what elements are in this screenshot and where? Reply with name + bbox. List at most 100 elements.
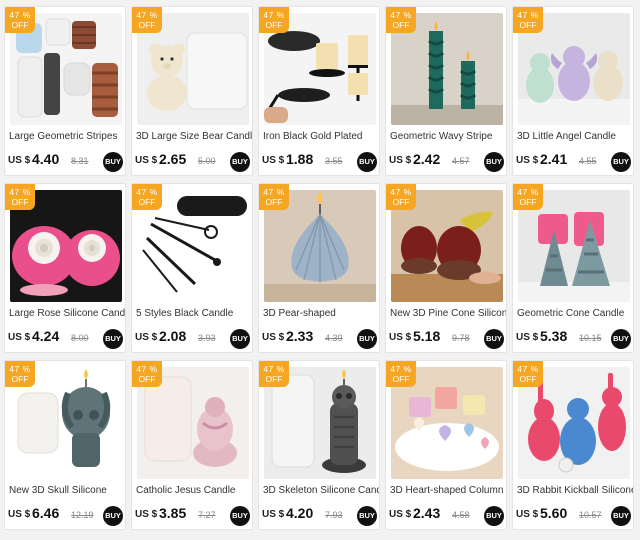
currency: US $ bbox=[516, 509, 539, 520]
product-card[interactable]: 47 % OFF 5 Styles Black Candle US $ 2.08 … bbox=[131, 183, 253, 353]
product-card[interactable]: 47 % OFF Geometric Wavy Stripe US $ 2.42 … bbox=[385, 6, 507, 176]
product-title[interactable]: Iron Black Gold Plated bbox=[263, 131, 379, 142]
product-card[interactable]: 47 % OFF 3D Little Angel Candle US $ 2.41… bbox=[512, 6, 634, 176]
buy-button[interactable]: BUY bbox=[484, 152, 504, 172]
product-title[interactable]: Geometric Cone Candle bbox=[517, 308, 633, 319]
product-title[interactable]: 3D Heart-shaped Column bbox=[390, 485, 506, 496]
discount-badge: 47 % OFF bbox=[386, 7, 416, 33]
discount-label: OFF bbox=[519, 197, 537, 207]
product-title[interactable]: Large Geometric Stripes bbox=[9, 131, 125, 142]
buy-button[interactable]: BUY bbox=[357, 506, 377, 526]
sale-price: 1.88 bbox=[286, 151, 314, 167]
buy-button[interactable]: BUY bbox=[611, 506, 631, 526]
discount-badge: 47 % OFF bbox=[386, 361, 416, 387]
buy-button[interactable]: BUY bbox=[357, 329, 377, 349]
discount-percent: 47 % bbox=[390, 10, 412, 20]
original-price: 10.15 bbox=[579, 333, 602, 343]
currency: US $ bbox=[262, 155, 285, 166]
discount-percent: 47 % bbox=[136, 187, 158, 197]
product-title[interactable]: 3D Skeleton Silicone Candle bbox=[263, 485, 379, 496]
buy-button[interactable]: BUY bbox=[103, 152, 123, 172]
sale-price: 4.24 bbox=[32, 328, 60, 344]
buy-button[interactable]: BUY bbox=[611, 329, 631, 349]
currency: US $ bbox=[389, 155, 412, 166]
original-price: 12.19 bbox=[71, 510, 94, 520]
original-price: 4.55 bbox=[579, 156, 597, 166]
discount-percent: 47 % bbox=[263, 187, 285, 197]
product-title[interactable]: 3D Rabbit Kickball Silicone bbox=[517, 485, 633, 496]
product-title[interactable]: 3D Pear-shaped bbox=[263, 308, 379, 319]
discount-label: OFF bbox=[392, 197, 410, 207]
discount-label: OFF bbox=[265, 374, 283, 384]
original-price: 5.00 bbox=[198, 156, 216, 166]
discount-label: OFF bbox=[519, 374, 537, 384]
product-title[interactable]: New 3D Skull Silicone bbox=[9, 485, 125, 496]
product-title[interactable]: 3D Little Angel Candle bbox=[517, 131, 633, 142]
discount-percent: 47 % bbox=[136, 10, 158, 20]
product-title[interactable]: 3D Large Size Bear Candle bbox=[136, 131, 252, 142]
sale-price: 5.18 bbox=[413, 328, 441, 344]
product-card[interactable]: 47 % OFF Large Rose Silicone Candle US $ … bbox=[4, 183, 126, 353]
product-card[interactable]: 47 % OFF Large Geometric Stripes US $ 4.4… bbox=[4, 6, 126, 176]
discount-badge: 47 % OFF bbox=[259, 361, 289, 387]
sale-price: 2.41 bbox=[540, 151, 568, 167]
sale-price: 4.40 bbox=[32, 151, 60, 167]
discount-percent: 47 % bbox=[390, 364, 412, 374]
sale-price: 5.38 bbox=[540, 328, 568, 344]
product-card[interactable]: 47 % OFF 3D Large Size Bear Candle US $ 2… bbox=[131, 6, 253, 176]
discount-percent: 47 % bbox=[390, 187, 412, 197]
original-price: 3.93 bbox=[198, 333, 216, 343]
original-price: 4.57 bbox=[452, 156, 470, 166]
buy-button[interactable]: BUY bbox=[230, 329, 250, 349]
product-card[interactable]: 47 % OFF Iron Black Gold Plated US $ 1.88… bbox=[258, 6, 380, 176]
product-card[interactable]: 47 % OFF New 3D Skull Silicone US $ 6.46 … bbox=[4, 360, 126, 530]
buy-button[interactable]: BUY bbox=[103, 506, 123, 526]
product-card[interactable]: 47 % OFF New 3D Pine Cone Silicone US $ 5… bbox=[385, 183, 507, 353]
product-card[interactable]: 47 % OFF 3D Pear-shaped US $ 2.33 4.39 BU… bbox=[258, 183, 380, 353]
product-card[interactable]: 47 % OFF 3D Skeleton Silicone Candle US $… bbox=[258, 360, 380, 530]
product-card[interactable]: 47 % OFF 3D Heart-shaped Column US $ 2.43… bbox=[385, 360, 507, 530]
currency: US $ bbox=[389, 509, 412, 520]
product-title[interactable]: Large Rose Silicone Candle bbox=[9, 308, 125, 319]
buy-button[interactable]: BUY bbox=[230, 506, 250, 526]
buy-button[interactable]: BUY bbox=[230, 152, 250, 172]
currency: US $ bbox=[389, 332, 412, 343]
discount-percent: 47 % bbox=[263, 364, 285, 374]
discount-badge: 47 % OFF bbox=[259, 7, 289, 33]
currency: US $ bbox=[135, 332, 158, 343]
discount-badge: 47 % OFF bbox=[132, 361, 162, 387]
buy-button[interactable]: BUY bbox=[484, 329, 504, 349]
discount-badge: 47 % OFF bbox=[386, 184, 416, 210]
buy-button[interactable]: BUY bbox=[357, 152, 377, 172]
discount-percent: 47 % bbox=[136, 364, 158, 374]
product-card[interactable]: 47 % OFF Geometric Cone Candle US $ 5.38 … bbox=[512, 183, 634, 353]
discount-percent: 47 % bbox=[9, 187, 31, 197]
discount-label: OFF bbox=[265, 20, 283, 30]
discount-percent: 47 % bbox=[517, 364, 539, 374]
sale-price: 4.20 bbox=[286, 505, 314, 521]
product-title[interactable]: Catholic Jesus Candle bbox=[136, 485, 252, 496]
currency: US $ bbox=[516, 332, 539, 343]
original-price: 8.31 bbox=[71, 156, 89, 166]
product-title[interactable]: 5 Styles Black Candle bbox=[136, 308, 252, 319]
discount-label: OFF bbox=[265, 197, 283, 207]
original-price: 4.58 bbox=[452, 510, 470, 520]
product-card[interactable]: 47 % OFF Catholic Jesus Candle US $ 3.85 … bbox=[131, 360, 253, 530]
sale-price: 3.85 bbox=[159, 505, 187, 521]
original-price: 8.00 bbox=[71, 333, 89, 343]
buy-button[interactable]: BUY bbox=[103, 329, 123, 349]
sale-price: 6.46 bbox=[32, 505, 60, 521]
product-grid: 47 % OFF Large Geometric Stripes US $ 4.4… bbox=[0, 0, 640, 540]
currency: US $ bbox=[135, 509, 158, 520]
discount-badge: 47 % OFF bbox=[5, 7, 35, 33]
product-title[interactable]: Geometric Wavy Stripe bbox=[390, 131, 506, 142]
original-price: 10.57 bbox=[579, 510, 602, 520]
original-price: 7.27 bbox=[198, 510, 216, 520]
buy-button[interactable]: BUY bbox=[611, 152, 631, 172]
buy-button[interactable]: BUY bbox=[484, 506, 504, 526]
discount-badge: 47 % OFF bbox=[259, 184, 289, 210]
product-title[interactable]: New 3D Pine Cone Silicone bbox=[390, 308, 506, 319]
currency: US $ bbox=[262, 509, 285, 520]
discount-label: OFF bbox=[11, 374, 29, 384]
product-card[interactable]: 47 % OFF 3D Rabbit Kickball Silicone US $… bbox=[512, 360, 634, 530]
